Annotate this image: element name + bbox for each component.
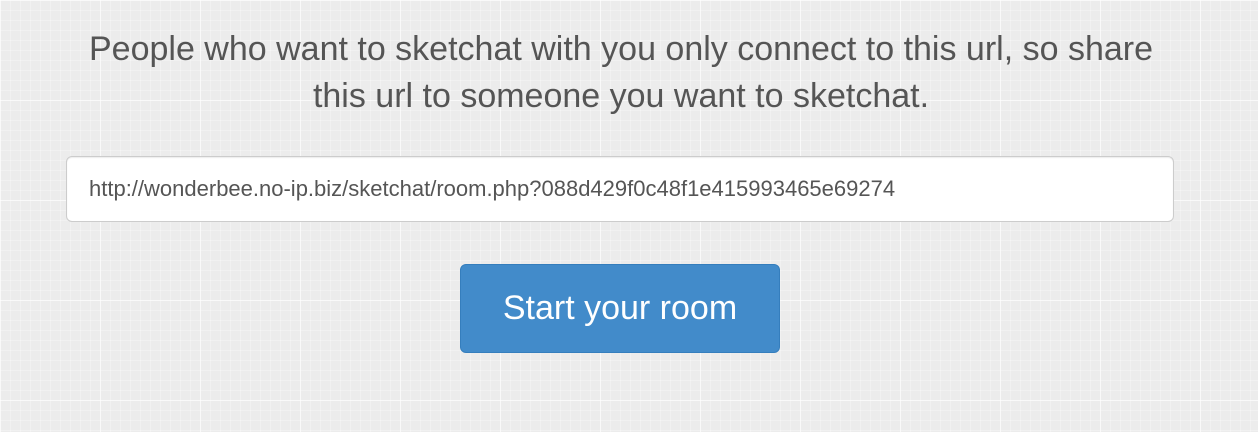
room-url-field[interactable] xyxy=(66,156,1174,222)
share-instructions: People who want to sketchat with you onl… xyxy=(88,30,1154,115)
start-room-button[interactable]: Start your room xyxy=(460,264,780,353)
page-container: People who want to sketchat with you onl… xyxy=(0,0,1258,432)
